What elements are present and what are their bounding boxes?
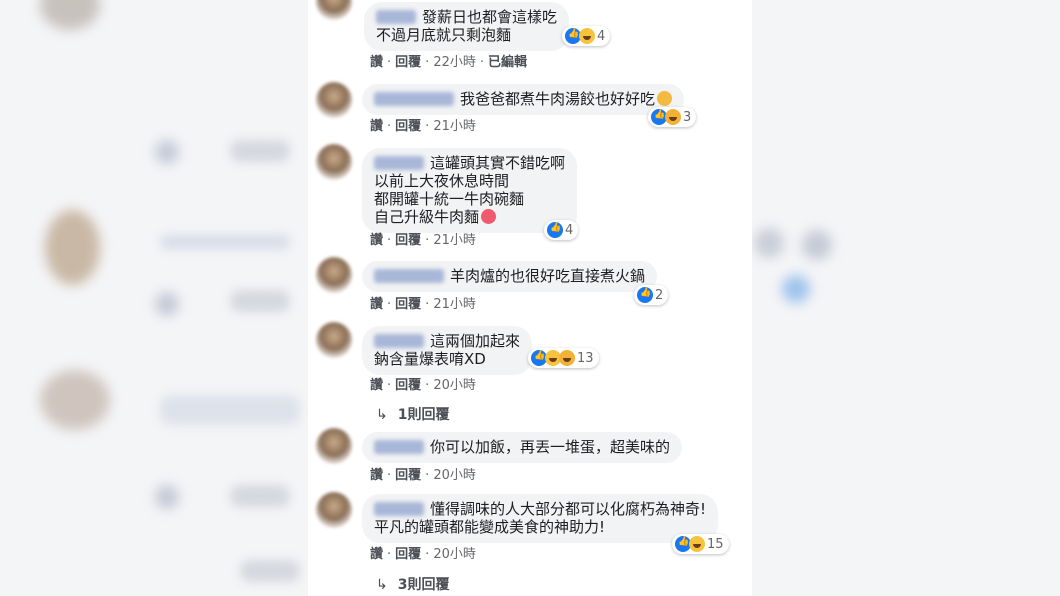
commenter-name[interactable] bbox=[374, 440, 424, 454]
blurred-left-panel bbox=[0, 0, 308, 596]
timestamp[interactable]: 20小時 bbox=[433, 547, 476, 562]
reaction-count[interactable]: 4 bbox=[544, 220, 579, 240]
comment-actions: 讚 · 回覆 · 21小時 bbox=[370, 233, 476, 248]
comment-text: 你可以加飯，再丟一堆蛋，超美味的 bbox=[430, 438, 671, 456]
view-replies-link[interactable]: ↳ 3則回覆 bbox=[376, 574, 449, 594]
comment-text: 平凡的罐頭都能變成美食的神助力! bbox=[374, 518, 606, 536]
like-link[interactable]: 讚 bbox=[370, 55, 383, 70]
timestamp[interactable]: 22小時 bbox=[433, 55, 476, 70]
timestamp[interactable]: 21小時 bbox=[433, 233, 476, 248]
reply-link[interactable]: 回覆 bbox=[395, 119, 421, 134]
haha-icon bbox=[689, 536, 705, 552]
reply-link[interactable]: 回覆 bbox=[395, 55, 421, 70]
commenter-name[interactable] bbox=[374, 269, 444, 283]
comment-actions: 讚 · 回覆 · 21小時 bbox=[370, 297, 476, 312]
comment-bubble: 這兩個加起來 鈉含量爆表唷XD bbox=[362, 326, 533, 375]
avatar[interactable] bbox=[316, 144, 352, 180]
like-link[interactable]: 讚 bbox=[370, 468, 383, 483]
comment-text: 這兩個加起來 bbox=[430, 332, 521, 350]
commenter-name[interactable] bbox=[374, 502, 424, 516]
edited-label[interactable]: 已編輯 bbox=[488, 55, 527, 70]
comment-bubble: 你可以加飯，再丟一堆蛋，超美味的 bbox=[362, 432, 683, 463]
like-link[interactable]: 讚 bbox=[370, 233, 383, 248]
like-icon bbox=[547, 222, 563, 238]
reaction-count[interactable]: 13 bbox=[528, 348, 599, 368]
comment-text: 羊肉爐的也很好吃直接煮火鍋 bbox=[450, 267, 646, 285]
commenter-name[interactable] bbox=[374, 156, 424, 170]
avatar[interactable] bbox=[316, 82, 352, 118]
comment-text: 以前上大夜休息時間 bbox=[374, 172, 510, 190]
like-link[interactable]: 讚 bbox=[370, 119, 383, 134]
reply-link[interactable]: 回覆 bbox=[395, 233, 421, 248]
like-link[interactable]: 讚 bbox=[370, 297, 383, 312]
comment-bubble: 發薪日也都會這樣吃 不過月底就只剩泡麵 bbox=[364, 2, 570, 51]
reply-link[interactable]: 回覆 bbox=[395, 297, 421, 312]
reply-arrow-icon: ↳ bbox=[376, 577, 388, 593]
comment-text: 懂得調味的人大部分都可以化腐朽為神奇! bbox=[430, 500, 707, 518]
comment-text: 不過月底就只剩泡麵 bbox=[376, 26, 512, 44]
comment-bubble: 這罐頭其實不錯吃啊 以前上大夜休息時間 都開罐十統一牛肉碗麵 自己升級牛肉麵 bbox=[362, 148, 578, 233]
comment-bubble: 懂得調味的人大部分都可以化腐朽為神奇! 平凡的罐頭都能變成美食的神助力! bbox=[362, 494, 719, 543]
comment-actions: 讚 · 回覆 · 20小時 bbox=[370, 378, 476, 393]
timestamp[interactable]: 20小時 bbox=[433, 468, 476, 483]
haha-icon bbox=[579, 28, 595, 44]
commenter-name[interactable] bbox=[376, 10, 416, 24]
reply-link[interactable]: 回覆 bbox=[395, 547, 421, 562]
avatar[interactable] bbox=[316, 428, 352, 464]
commenter-name[interactable] bbox=[374, 92, 454, 106]
comment-feed: 發薪日也都會這樣吃 不過月底就只剩泡麵 4 讚·回覆·22小時·已編輯 我爸爸都… bbox=[308, 0, 752, 596]
comment-text: 自己升級牛肉麵 bbox=[374, 208, 480, 226]
timestamp[interactable]: 21小時 bbox=[433, 119, 476, 134]
timestamp[interactable]: 21小時 bbox=[433, 297, 476, 312]
comment-actions: 讚 · 回覆 · 20小時 bbox=[370, 547, 476, 562]
reply-arrow-icon: ↳ bbox=[376, 407, 388, 423]
reply-link[interactable]: 回覆 bbox=[395, 378, 421, 393]
avatar[interactable] bbox=[316, 257, 352, 293]
wow-icon bbox=[559, 350, 575, 366]
view-replies-link[interactable]: ↳ 1則回覆 bbox=[376, 404, 449, 424]
heart-eyes-emoji-icon bbox=[481, 209, 497, 224]
avatar[interactable] bbox=[316, 0, 352, 20]
comment-bubble: 羊肉爐的也很好吃直接煮火鍋 bbox=[362, 261, 658, 292]
comment-text: 這罐頭其實不錯吃啊 bbox=[430, 154, 566, 172]
comment-actions: 讚 · 回覆 · 21小時 bbox=[370, 119, 476, 134]
like-link[interactable]: 讚 bbox=[370, 547, 383, 562]
like-icon bbox=[637, 287, 653, 303]
comment-text: 鈉含量爆表唷XD bbox=[374, 350, 486, 368]
comment-text: 發薪日也都會這樣吃 bbox=[422, 8, 558, 26]
commenter-name[interactable] bbox=[374, 334, 424, 348]
blurred-right-panel bbox=[752, 0, 1060, 596]
reaction-count[interactable]: 3 bbox=[648, 107, 697, 127]
comment-actions: 讚 · 回覆 · 22小時 · 已編輯 bbox=[370, 55, 528, 70]
comment-text: 都開罐十統一牛肉碗麵 bbox=[374, 190, 525, 208]
reaction-count[interactable]: 15 bbox=[672, 534, 729, 554]
comment-bubble: 我爸爸都煮牛肉湯餃也好好吃 bbox=[362, 84, 685, 115]
reaction-count[interactable]: 2 bbox=[634, 285, 669, 305]
wow-icon bbox=[665, 109, 681, 125]
like-link[interactable]: 讚 bbox=[370, 378, 383, 393]
comment-text: 我爸爸都煮牛肉湯餃也好好吃 bbox=[460, 90, 656, 108]
avatar[interactable] bbox=[316, 322, 352, 358]
reaction-count[interactable]: 4 bbox=[562, 26, 611, 46]
timestamp[interactable]: 20小時 bbox=[433, 378, 476, 393]
grin-emoji-icon bbox=[657, 91, 673, 106]
avatar[interactable] bbox=[316, 492, 352, 528]
reply-link[interactable]: 回覆 bbox=[395, 468, 421, 483]
comment-actions: 讚 · 回覆 · 20小時 bbox=[370, 468, 476, 483]
